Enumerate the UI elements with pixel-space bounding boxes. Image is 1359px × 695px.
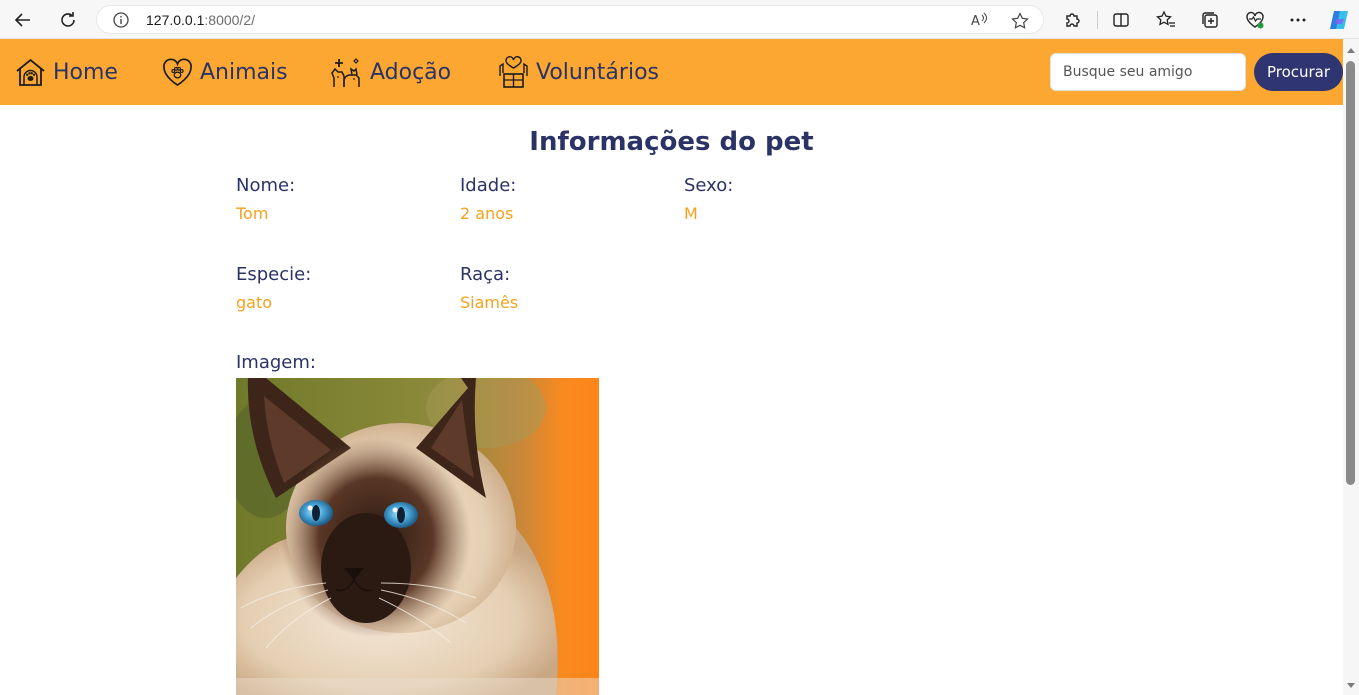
split-screen-icon (1113, 13, 1129, 27)
reload-button[interactable] (55, 7, 81, 33)
nav-adocao[interactable]: Adoção (330, 55, 451, 89)
performance-button[interactable] (1243, 8, 1267, 32)
svg-text:A: A (971, 14, 980, 28)
url-path: :8000/2/ (204, 12, 255, 28)
field-idade: Idade: 2 anos (460, 175, 516, 224)
nav-home[interactable]: Home (14, 55, 118, 89)
nav-adocao-label: Adoção (370, 59, 452, 85)
field-sexo: Sexo: M (684, 175, 733, 224)
favorites-list-icon (1156, 10, 1175, 27)
hands-box-icon (499, 55, 528, 88)
collections-icon (1202, 12, 1218, 28)
field-especie-value: gato (236, 293, 273, 312)
field-raca: Raça: Siamês (460, 264, 518, 313)
copilot-icon (1330, 11, 1348, 29)
house-paw-icon (16, 58, 45, 86)
copilot-button[interactable] (1327, 8, 1351, 32)
browser-toolbar: 127.0.0.1:8000/2/ A (0, 0, 1359, 39)
field-sexo-value: M (684, 204, 698, 223)
split-screen-button[interactable] (1109, 8, 1133, 32)
puzzle-icon (1066, 13, 1080, 27)
favorite-star-icon[interactable] (1011, 12, 1029, 30)
heart-pulse-icon (1246, 11, 1264, 29)
image-label: Imagem: (236, 352, 316, 373)
nav-voluntarios[interactable]: Voluntários (497, 55, 659, 89)
scroll-down-icon[interactable] (1347, 683, 1355, 688)
field-raca-label: Raça: (460, 264, 511, 285)
pets-icon (331, 58, 360, 87)
back-arrow-icon (14, 13, 30, 27)
nav-voluntarios-label: Voluntários (536, 59, 659, 85)
page-title: Informações do pet (529, 127, 814, 157)
back-button[interactable] (10, 7, 36, 33)
read-aloud-icon[interactable]: A (971, 12, 989, 28)
nav-animais[interactable]: Animais (161, 55, 288, 89)
search-button[interactable]: Procurar (1254, 53, 1343, 91)
address-bar[interactable]: 127.0.0.1:8000/2/ A (96, 5, 1044, 34)
pet-photo (236, 378, 599, 695)
more-dots-icon (1290, 18, 1306, 22)
info-icon[interactable] (113, 12, 129, 28)
field-nome-value: Tom (236, 204, 269, 223)
more-menu-button[interactable] (1286, 8, 1310, 32)
field-raca-value: Siamês (460, 293, 519, 312)
favorites-button[interactable] (1154, 8, 1178, 32)
field-nome: Nome: Tom (236, 175, 295, 224)
field-especie-label: Especie: (236, 264, 312, 285)
collections-button[interactable] (1198, 8, 1222, 32)
scroll-thumb[interactable] (1346, 61, 1355, 485)
field-idade-value: 2 anos (460, 204, 514, 223)
field-especie: Especie: gato (236, 264, 311, 313)
nav-home-label: Home (53, 59, 118, 85)
scroll-up-icon[interactable] (1347, 48, 1355, 53)
url-text[interactable]: 127.0.0.1:8000/2/ (146, 12, 255, 28)
search-input[interactable] (1050, 53, 1246, 91)
extensions-button[interactable] (1061, 8, 1085, 32)
nav-animais-label: Animais (200, 59, 288, 85)
siamese-cat-image (236, 378, 599, 695)
url-host: 127.0.0.1 (146, 12, 205, 28)
toolbar-divider (1097, 11, 1098, 29)
site-navbar: Home Animais Adoção Voluntários Busque s… (0, 39, 1343, 105)
field-nome-label: Nome: (236, 175, 296, 196)
field-idade-label: Idade: (460, 175, 517, 196)
reload-icon (61, 12, 75, 27)
page-viewport: Home Animais Adoção Voluntários Busque s… (0, 39, 1343, 695)
vertical-scrollbar[interactable] (1343, 39, 1359, 695)
field-sexo-label: Sexo: (684, 175, 734, 196)
heart-paw-icon (163, 58, 192, 86)
